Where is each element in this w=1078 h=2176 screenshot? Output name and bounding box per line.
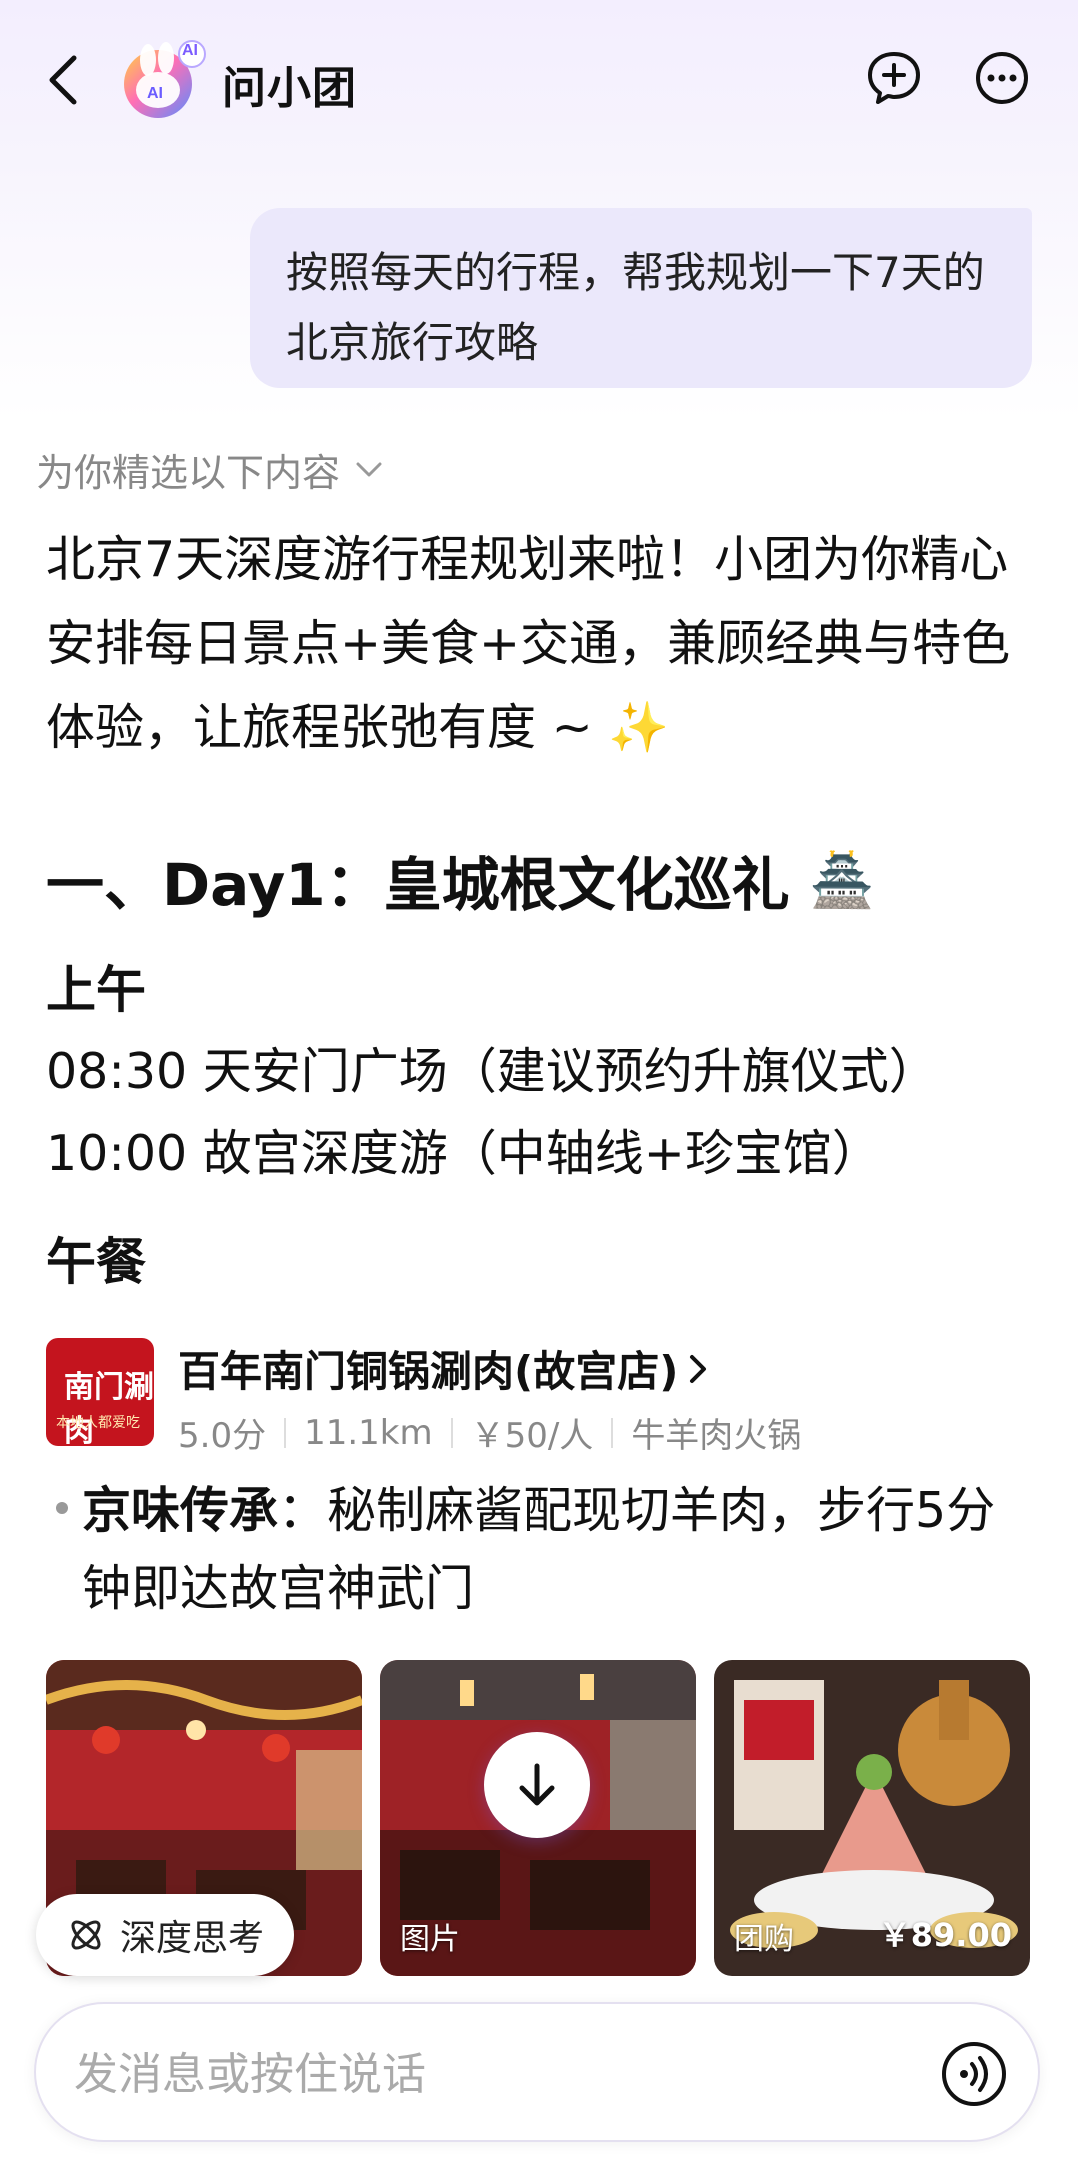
more-button[interactable]	[972, 48, 1032, 108]
divider	[284, 1417, 287, 1448]
divider	[450, 1417, 453, 1448]
restaurant-logo[interactable]: 南门涮肉 本地人都爱吃	[46, 1338, 154, 1446]
restaurant-name-link[interactable]: 百年南门铜锅涮肉(故宫店)	[178, 1338, 710, 1399]
more-dots-icon	[976, 52, 1028, 104]
selection-hint-toggle[interactable]: 为你精选以下内容	[36, 442, 384, 497]
photo-label: 图片	[400, 1922, 460, 1957]
restaurant-logo-text: 南门涮肉	[64, 1370, 154, 1446]
lunch-label: 午餐	[46, 1233, 146, 1291]
arrow-down-icon	[519, 1763, 555, 1806]
ai-badge: AI	[182, 42, 198, 59]
schedule-item: 10:00 故宫深度游（中轴线+珍宝馆）	[46, 1125, 881, 1182]
schedule-item: 08:30 天安门广场（建议预约升旗仪式）	[46, 1043, 938, 1100]
restaurant-meta: 5.0分 11.1km ￥50/人 牛羊肉火锅	[178, 1408, 801, 1457]
voice-input-button[interactable]	[940, 2040, 1008, 2108]
castle-emoji: 🏯	[809, 850, 875, 911]
day1-heading: 一、Day1：皇城根文化巡礼 🏯	[46, 838, 874, 922]
deep-think-label: 深度思考	[120, 1918, 265, 1959]
back-button[interactable]	[40, 50, 90, 110]
deep-think-button[interactable]: 深度思考	[36, 1894, 295, 1976]
restaurant-rating: 5.0分	[178, 1416, 267, 1456]
restaurant-category: 牛羊肉火锅	[631, 1416, 802, 1456]
photo-label: 团购	[734, 1922, 794, 1957]
app-logo: AI AI	[118, 38, 210, 120]
chevron-right-icon	[690, 1354, 707, 1383]
restaurant-price: ￥50/人	[470, 1416, 594, 1456]
divider	[611, 1417, 614, 1448]
morning-label: 上午	[46, 961, 146, 1019]
restaurant-name: 百年南门铜锅涮肉(故宫店)	[178, 1347, 679, 1396]
message-composer	[34, 2002, 1040, 2142]
user-message-bubble[interactable]: 按照每天的行程，帮我规划一下7天的北京旅行攻略	[250, 208, 1032, 388]
scroll-to-bottom-button[interactable]	[484, 1732, 590, 1838]
atom-icon	[71, 1920, 101, 1950]
page-title: 问小团	[222, 63, 357, 114]
back-chevron-icon	[49, 55, 77, 105]
selection-hint-label: 为你精选以下内容	[36, 451, 341, 495]
bullet-dot	[56, 1502, 68, 1514]
group-buy-photo[interactable]: 团购 ￥89.00	[714, 1660, 1030, 1976]
day1-heading-text: 一、Day1：皇城根文化巡礼	[46, 851, 790, 919]
restaurant-highlight: 京味传承：秘制麻酱配现切羊肉，步行5分钟即达故宫神武门	[82, 1472, 1022, 1628]
voice-wave-icon	[942, 2042, 1006, 2106]
group-buy-price: ￥89.00	[878, 1916, 1012, 1954]
chevron-down-icon	[356, 462, 382, 476]
highlight-title: 京味传承	[82, 1482, 279, 1539]
restaurant-distance: 11.1km	[304, 1412, 433, 1453]
message-input[interactable]	[72, 2038, 896, 2110]
new-chat-icon	[868, 52, 920, 104]
new-chat-button[interactable]	[864, 48, 924, 108]
svg-text:AI: AI	[147, 85, 163, 102]
restaurant-logo-slogan: 本地人都爱吃	[56, 1415, 140, 1431]
assistant-intro: 北京7天深度游行程规划来啦！小团为你精心安排每日景点+美食+交通，兼顾经典与特色…	[46, 531, 1011, 756]
